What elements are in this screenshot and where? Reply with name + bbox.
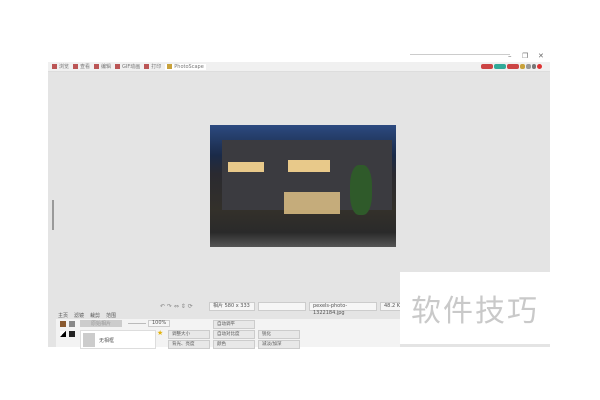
tab-label: PhotoScape — [174, 63, 204, 70]
auto-contrast-button[interactable]: 自动对比度 — [213, 330, 255, 339]
minimize-button[interactable]: – — [508, 52, 512, 60]
panel-tab-crop[interactable]: 裁剪 — [90, 312, 100, 319]
tab-label: 打印 — [151, 64, 162, 70]
pin-icon[interactable] — [532, 64, 536, 69]
filename: pexels-photo-1322184.jpg — [309, 302, 377, 316]
copy-icon[interactable] — [526, 64, 531, 69]
original-photo-button[interactable]: 原始相片 — [80, 320, 122, 327]
tab-label: GIF动画 — [122, 64, 141, 70]
tab-photoscape[interactable]: PhotoScape — [165, 63, 206, 70]
zoom-field[interactable]: 100% — [148, 320, 171, 327]
edit-panel: 原始相片 100% 无相框 ★ 调整大小 背光、亮度 自动调平 自动对比度 颜色… — [56, 319, 400, 349]
badge-icon[interactable] — [481, 64, 493, 69]
tool-icon[interactable] — [60, 321, 66, 327]
frame-preview — [83, 333, 95, 347]
tab-browse[interactable]: 浏览 — [52, 63, 69, 70]
photo-sign — [288, 160, 330, 172]
divider — [410, 54, 510, 55]
panel-tab-range[interactable]: 范围 — [106, 312, 116, 319]
maximize-button[interactable]: ❐ — [522, 52, 528, 60]
frame-label: 无相框 — [99, 338, 115, 344]
close-button[interactable]: ✕ — [538, 52, 544, 60]
star-icon[interactable]: ★ — [157, 329, 163, 337]
tool-icon[interactable] — [69, 321, 75, 327]
gif-icon — [115, 64, 121, 69]
tab-view[interactable]: 查看 — [73, 63, 90, 70]
photo-storefront — [284, 192, 340, 214]
backlight-button[interactable]: 背光、亮度 — [168, 340, 210, 349]
rotate-icons[interactable]: ↶ ↷ ⇔ ⇕ ⟳ — [160, 303, 206, 310]
print-icon — [144, 64, 150, 69]
auto-level-button[interactable]: 自动调平 — [213, 320, 255, 329]
edit-icon — [94, 64, 100, 69]
view-icon — [73, 64, 79, 69]
image-size: 相片 580 x 333 — [209, 302, 255, 311]
tab-gif[interactable]: GIF动画 — [115, 63, 140, 70]
browse-icon — [52, 64, 57, 69]
color-button[interactable]: 颜色 — [213, 340, 255, 349]
photo-sign — [228, 162, 264, 172]
tab-label: 浏览 — [59, 64, 70, 70]
tool-icon[interactable] — [60, 331, 66, 337]
sharpen-button[interactable]: 锐化 — [258, 330, 300, 339]
splitter-handle[interactable] — [52, 200, 54, 230]
toolbar-badges — [480, 64, 542, 71]
main-tabs: 浏览 查看 编辑 GIF动画 打印 PhotoScape — [48, 62, 550, 72]
panel-tabs: 主页 滤镜 裁剪 范围 — [58, 312, 116, 319]
dodge-burn-button[interactable]: 减淡/加深 — [258, 340, 300, 349]
tab-edit[interactable]: 编辑 — [94, 63, 111, 70]
tool-icon[interactable] — [69, 331, 75, 337]
badge-icon[interactable] — [507, 64, 519, 69]
resize-button[interactable]: 调整大小 — [168, 330, 210, 339]
frame-select[interactable]: 无相框 — [80, 330, 156, 349]
tab-label: 查看 — [80, 64, 91, 70]
help-icon[interactable] — [537, 64, 542, 69]
panel-tab-home[interactable]: 主页 — [58, 312, 68, 319]
folder-icon[interactable] — [520, 64, 525, 69]
photo-tree — [350, 165, 372, 215]
title-bar — [48, 50, 550, 62]
badge-icon[interactable] — [494, 64, 506, 69]
tab-print[interactable]: 打印 — [144, 63, 161, 70]
tab-label: 编辑 — [101, 64, 112, 70]
panel-tab-filter[interactable]: 滤镜 — [74, 312, 84, 319]
watermark: 软件技巧 — [400, 272, 550, 344]
photoscape-icon — [167, 64, 173, 69]
status-empty — [258, 302, 306, 311]
frame-slider[interactable] — [128, 323, 146, 324]
